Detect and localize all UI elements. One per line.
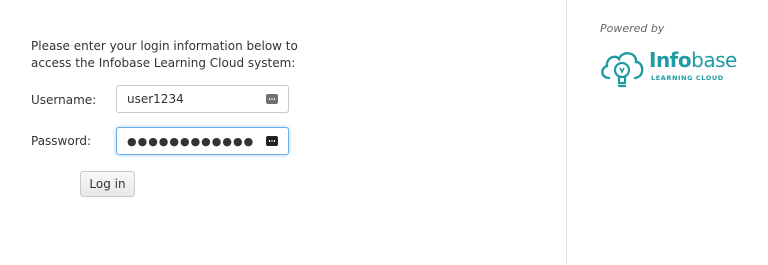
- instructions-line-2: access the Infobase Learning Cloud syste…: [31, 56, 296, 70]
- username-label: Username:: [31, 93, 97, 107]
- vertical-divider: [566, 0, 567, 265]
- username-input[interactable]: user1234: [116, 85, 289, 113]
- password-input[interactable]: ●●●●●●●●●●●●: [116, 127, 289, 155]
- logo-wordmark-regular: base: [691, 48, 737, 72]
- powered-by-label: Powered by: [600, 22, 665, 35]
- cloud-lightbulb-icon: [601, 52, 644, 88]
- password-label: Password:: [31, 134, 92, 148]
- password-value: ●●●●●●●●●●●●: [127, 134, 255, 148]
- infobase-logo: Infobase LEARNING CLOUD: [597, 44, 737, 92]
- login-instructions: Please enter your login information belo…: [31, 38, 298, 72]
- password-manager-key-icon[interactable]: [266, 94, 278, 104]
- logo-wordmark-bold: Info: [649, 48, 692, 72]
- login-page: Please enter your login information belo…: [0, 0, 768, 265]
- login-button[interactable]: Log in: [80, 171, 135, 197]
- password-manager-key-icon[interactable]: [266, 136, 278, 146]
- logo-subtitle: LEARNING CLOUD: [651, 74, 724, 82]
- username-value: user1234: [127, 92, 184, 106]
- logo-wordmark: Infobase: [649, 48, 737, 72]
- instructions-line-1: Please enter your login information belo…: [31, 39, 298, 53]
